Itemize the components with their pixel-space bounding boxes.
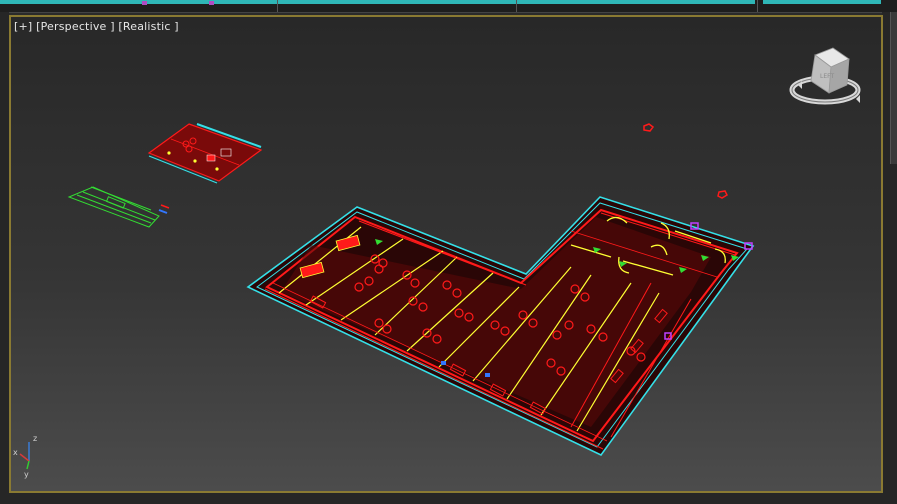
- cad-plan-small-red[interactable]: [147, 123, 263, 184]
- viewcube-face-label: LEFT: [820, 73, 834, 80]
- keyframe-marker[interactable]: [209, 1, 214, 5]
- right-panel-edge: [882, 12, 897, 504]
- cad-plan-small-green[interactable]: [67, 186, 170, 228]
- left-panel-edge: [0, 12, 9, 504]
- perspective-viewport[interactable]: [+] [Perspective ] [Realistic ] LEFT z x…: [9, 15, 883, 493]
- viewcube[interactable]: LEFT: [789, 47, 861, 105]
- time-slider-track[interactable]: [0, 0, 755, 4]
- cad-fragment[interactable]: [643, 123, 728, 199]
- command-panel-slot[interactable]: [890, 104, 897, 164]
- cad-floor-plan-main[interactable]: [246, 196, 755, 457]
- axis-z-label: z: [33, 434, 37, 443]
- divider: [277, 0, 278, 12]
- viewport-scene[interactable]: LEFT z x y: [11, 17, 881, 491]
- time-slider-track-right[interactable]: [763, 0, 881, 4]
- axis-x-label: x: [13, 448, 18, 457]
- divider: [757, 0, 758, 12]
- divider: [516, 0, 517, 12]
- axis-tripod: z x y: [13, 434, 37, 479]
- top-toolbar-strip: [0, 0, 897, 13]
- keyframe-marker[interactable]: [142, 1, 147, 5]
- axis-y-label: y: [24, 470, 29, 479]
